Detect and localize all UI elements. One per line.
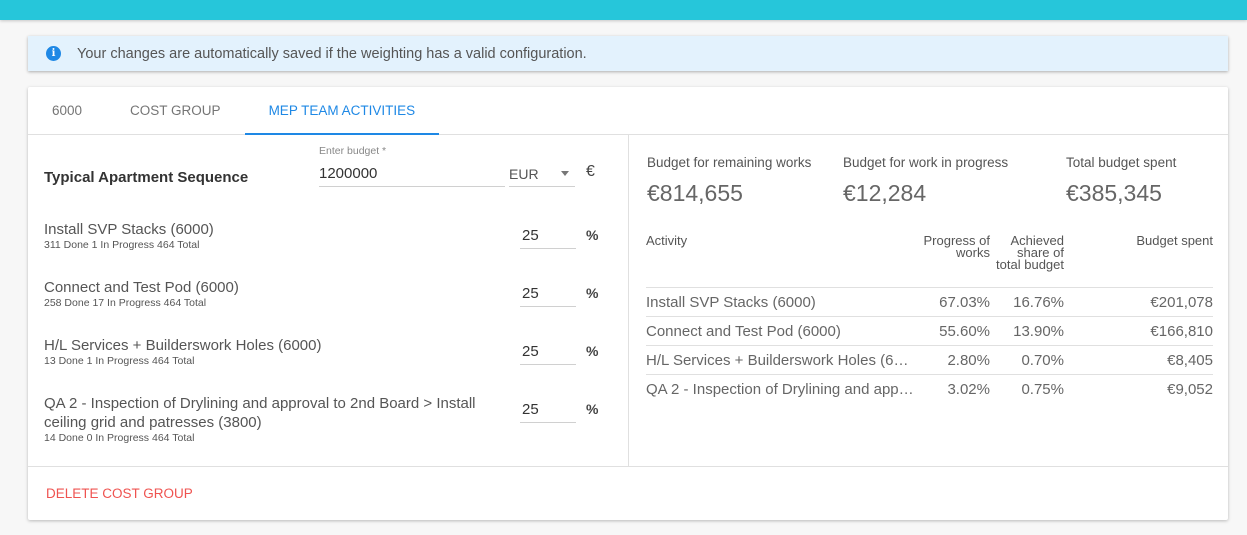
summary-label: Total budget spent xyxy=(1066,155,1177,170)
activity-stats: 14 Done 0 In Progress 464 Total xyxy=(44,432,195,444)
cell-progress: 3.02% xyxy=(947,381,990,398)
activity-name: Install SVP Stacks (6000) xyxy=(44,221,214,238)
summary-value: €12,284 xyxy=(843,180,927,206)
top-app-bar xyxy=(0,0,1247,20)
cell-share: 0.75% xyxy=(1021,381,1064,398)
cell-budget: €9,052 xyxy=(1167,381,1213,398)
cell-share: 0.70% xyxy=(1021,351,1064,369)
cell-share: 16.76% xyxy=(1013,293,1064,311)
percent-icon: % xyxy=(586,285,599,301)
percent-icon: % xyxy=(586,227,599,243)
cell-progress: 67.03% xyxy=(939,293,990,311)
summary-label: Budget for work in progress xyxy=(843,155,1009,170)
activity-weight-input[interactable] xyxy=(520,281,576,307)
activity-weight-input[interactable] xyxy=(520,339,576,365)
cell-budget: €8,405 xyxy=(1167,351,1213,369)
activity-item: Connect and Test Pod (6000) 258 Done 17 … xyxy=(44,278,514,310)
cell-budget: €201,078 xyxy=(1150,293,1213,311)
activity-weight-input[interactable] xyxy=(520,397,576,423)
cost-group-card: 6000 COST GROUP MEP TEAM ACTIVITIES Typi… xyxy=(28,87,1228,520)
activity-name: H/L Services + Builderswork Holes (6000) xyxy=(44,337,322,354)
cell-share: 13.90% xyxy=(1013,322,1064,340)
summary-remaining: Budget for remaining works €814,655 xyxy=(647,155,811,207)
budget-field-label: Enter budget * xyxy=(319,145,387,157)
activity-item: QA 2 - Inspection of Drylining and appro… xyxy=(44,394,514,445)
tab-content: Typical Apartment Sequence Enter budget … xyxy=(28,135,1228,467)
activity-budget-table: Activity Progress of works Achieved shar… xyxy=(646,233,1213,404)
weighting-panel: Typical Apartment Sequence Enter budget … xyxy=(28,135,629,466)
activity-item: H/L Services + Builderswork Holes (6000)… xyxy=(44,336,514,368)
header-achieved-share: Achieved share of total budget xyxy=(996,233,1064,272)
tab-6000[interactable]: 6000 xyxy=(28,87,106,134)
percent-icon: % xyxy=(586,401,599,417)
summary-value: €814,655 xyxy=(647,180,743,206)
header-budget-spent: Budget spent xyxy=(1136,233,1213,248)
tab-bar: 6000 COST GROUP MEP TEAM ACTIVITIES xyxy=(28,87,1228,135)
info-banner: i Your changes are automatically saved i… xyxy=(28,36,1228,71)
cell-progress: 55.60% xyxy=(939,322,990,340)
header-activity: Activity xyxy=(646,233,688,248)
tab-cost-group[interactable]: COST GROUP xyxy=(106,87,245,134)
header-progress: Progress of works xyxy=(923,233,990,260)
info-banner-text: Your changes are automatically saved if … xyxy=(77,45,587,62)
cell-progress: 2.80% xyxy=(947,351,990,369)
table-row: H/L Services + Builderswork Holes (6000)… xyxy=(646,346,1213,375)
table-row: QA 2 - Inspection of Drylining and appro… xyxy=(646,375,1213,404)
euro-icon: € xyxy=(586,163,595,180)
activity-name: Connect and Test Pod (6000) xyxy=(44,279,239,296)
dropdown-arrow-icon xyxy=(560,171,569,176)
activity-weight-input[interactable] xyxy=(520,223,576,249)
currency-value: EUR xyxy=(509,165,539,182)
table-row: Install SVP Stacks (6000) 67.03% 16.76% … xyxy=(646,288,1213,317)
summary-value: €385,345 xyxy=(1066,180,1162,206)
summary-label: Budget for remaining works xyxy=(647,155,812,170)
summary-total-spent: Total budget spent €385,345 xyxy=(1066,155,1176,207)
table-row: Connect and Test Pod (6000) 55.60% 13.90… xyxy=(646,317,1213,346)
activity-name: QA 2 - Inspection of Drylining and appro… xyxy=(44,395,476,431)
table-header: Activity Progress of works Achieved shar… xyxy=(646,233,1213,288)
cell-activity: H/L Services + Builderswork Holes (6000) xyxy=(646,351,914,369)
summary-in-progress: Budget for work in progress €12,284 xyxy=(843,155,1008,207)
cell-activity: QA 2 - Inspection of Drylining and appro… xyxy=(646,381,914,398)
percent-icon: % xyxy=(586,343,599,359)
budget-summary-panel: Budget for remaining works €814,655 Budg… xyxy=(629,135,1228,466)
currency-select[interactable]: EUR xyxy=(509,161,575,187)
activity-stats: 311 Done 1 In Progress 464 Total xyxy=(44,239,200,251)
delete-cost-group-button[interactable]: DELETE COST GROUP xyxy=(46,486,193,501)
activity-stats: 258 Done 17 In Progress 464 Total xyxy=(44,297,207,309)
sequence-title: Typical Apartment Sequence xyxy=(44,169,249,186)
tab-mep-team-activities[interactable]: MEP TEAM ACTIVITIES xyxy=(244,87,440,135)
budget-input[interactable] xyxy=(319,161,505,187)
activity-stats: 13 Done 1 In Progress 464 Total xyxy=(44,355,195,367)
info-icon: i xyxy=(46,46,61,61)
activity-item: Install SVP Stacks (6000) 311 Done 1 In … xyxy=(44,220,514,252)
cell-activity: Connect and Test Pod (6000) xyxy=(646,322,841,340)
cell-budget: €166,810 xyxy=(1150,322,1213,340)
cell-activity: Install SVP Stacks (6000) xyxy=(646,293,816,311)
